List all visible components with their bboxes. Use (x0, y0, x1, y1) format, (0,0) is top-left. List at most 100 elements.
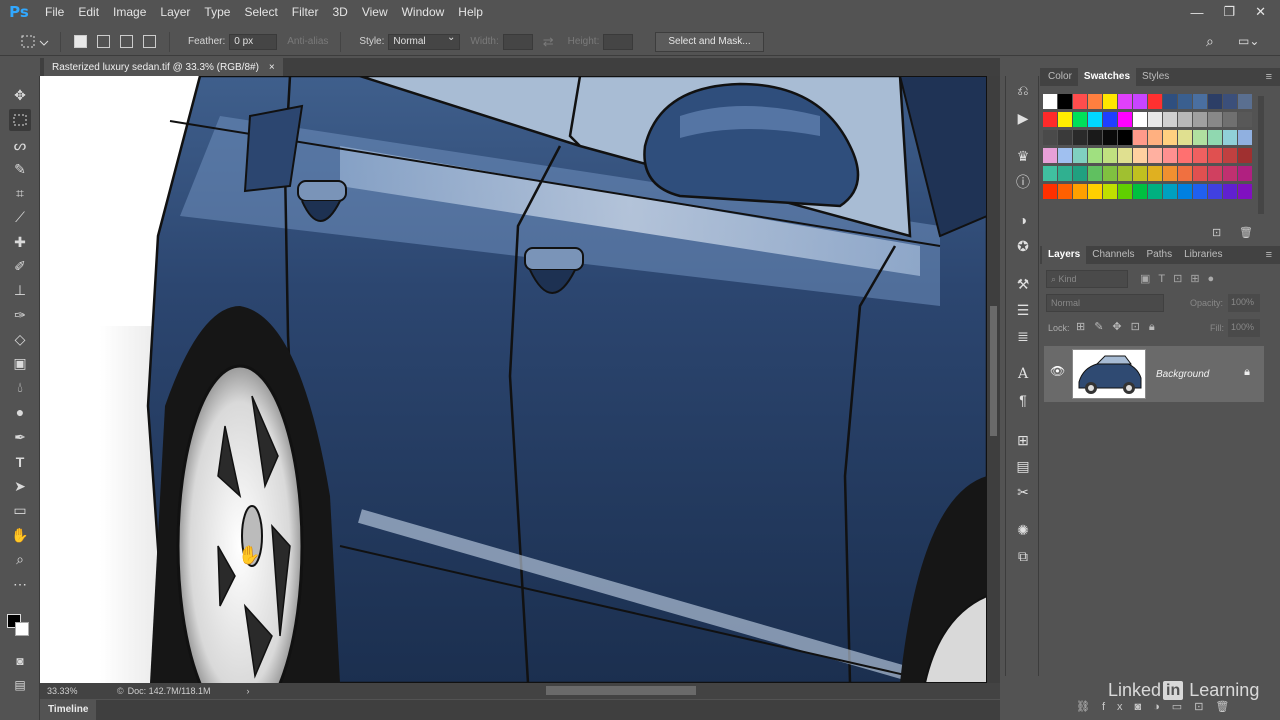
menu-filter[interactable]: Filter (285, 0, 326, 24)
swatch[interactable] (1178, 112, 1192, 127)
swatch[interactable] (1163, 94, 1177, 109)
swatch[interactable] (1073, 184, 1087, 199)
swatch[interactable] (1208, 112, 1222, 127)
tool-preset-picker[interactable] (18, 31, 52, 53)
subtract-selection-icon[interactable] (120, 35, 133, 48)
swatch[interactable] (1088, 184, 1102, 199)
swatch[interactable] (1088, 166, 1102, 181)
move-tool-icon[interactable]: ✥ (9, 84, 31, 106)
swatch[interactable] (1088, 94, 1102, 109)
quick-mask-icon[interactable]: ◙ (9, 650, 31, 672)
type-tool-icon[interactable]: T (9, 451, 31, 473)
history-icon[interactable]: ⎌ (1013, 80, 1033, 100)
paragraph-icon[interactable]: ¶ (1013, 390, 1033, 410)
color-sampler-icon[interactable]: ✪ (1013, 236, 1033, 256)
style-select[interactable]: Normal (388, 32, 461, 50)
screen-mode-icon[interactable]: ▤ (9, 674, 31, 696)
swatch[interactable] (1223, 166, 1237, 181)
workspace-icon[interactable]: ▭⌄ (1238, 34, 1259, 48)
new-swatch-icon[interactable]: ⊡ (1212, 226, 1221, 239)
close-tab-icon[interactable]: × (269, 62, 275, 73)
swatch[interactable] (1163, 166, 1177, 181)
menu-image[interactable]: Image (106, 0, 153, 24)
dodge-tool-icon[interactable]: ● (9, 401, 31, 423)
swatch[interactable] (1238, 94, 1252, 109)
layers-footer-icons[interactable]: ⛓fx◙◑▭⊡🗑︎ (1076, 700, 1241, 713)
swatch[interactable] (1088, 112, 1102, 127)
swatch[interactable] (1088, 130, 1102, 145)
swatch[interactable] (1223, 148, 1237, 163)
timeline-tab[interactable]: Timeline (40, 700, 97, 720)
swatch[interactable] (1058, 148, 1072, 163)
swatch[interactable] (1118, 166, 1132, 181)
swatch[interactable] (1223, 94, 1237, 109)
menu-window[interactable]: Window (395, 0, 452, 24)
swatch[interactable] (1208, 148, 1222, 163)
document-tab[interactable]: Rasterized luxury sedan.tif @ 33.3% (RGB… (44, 58, 283, 76)
swatch[interactable] (1193, 94, 1207, 109)
hand-tool-icon[interactable]: ✋ (9, 524, 31, 546)
quick-select-tool-icon[interactable]: ✎ (9, 158, 31, 180)
swatch[interactable] (1043, 94, 1057, 109)
swatch[interactable] (1073, 166, 1087, 181)
swatch[interactable] (1148, 166, 1162, 181)
swatch[interactable] (1103, 112, 1117, 127)
swatch[interactable] (1193, 112, 1207, 127)
menu-help[interactable]: Help (451, 0, 490, 24)
swatch[interactable] (1118, 148, 1132, 163)
swatch[interactable] (1058, 130, 1072, 145)
swatch[interactable] (1163, 184, 1177, 199)
swatch[interactable] (1208, 94, 1222, 109)
swatch[interactable] (1118, 184, 1132, 199)
minimize-button[interactable]: — (1190, 5, 1203, 20)
swatch[interactable] (1133, 166, 1147, 181)
swatch[interactable] (1043, 112, 1057, 127)
brush-presets-icon[interactable]: ♛ (1013, 146, 1033, 166)
actions-play-icon[interactable]: ▶ (1013, 108, 1033, 128)
swatch[interactable] (1238, 112, 1252, 127)
restore-button[interactable]: ❐ (1223, 4, 1235, 20)
height-input[interactable] (603, 33, 634, 50)
swatch[interactable] (1058, 166, 1072, 181)
swatch[interactable] (1148, 94, 1162, 109)
swatch[interactable] (1193, 148, 1207, 163)
character-icon[interactable]: A (1013, 364, 1033, 384)
swatch[interactable] (1178, 148, 1192, 163)
tool-presets-icon[interactable]: ⚒ (1013, 274, 1033, 294)
swatch[interactable] (1073, 130, 1087, 145)
swatches-scrollbar[interactable] (1258, 96, 1264, 214)
menu-3d[interactable]: 3D (325, 0, 354, 24)
swatch[interactable] (1178, 130, 1192, 145)
tab-libraries[interactable]: Libraries (1178, 246, 1228, 264)
swatch[interactable] (1163, 112, 1177, 127)
layer-comps-icon[interactable]: ≣ (1013, 326, 1033, 346)
layer-name[interactable]: Background (1156, 369, 1209, 380)
swatch[interactable] (1178, 184, 1192, 199)
tools-misc-icon[interactable]: ✂ (1013, 482, 1033, 502)
clone-stamp-tool-icon[interactable]: ⊥ (9, 279, 31, 301)
swatch[interactable] (1178, 94, 1192, 109)
lock-icons[interactable]: ⊞✎✥⊡🔒︎ (1076, 320, 1164, 334)
swatch[interactable] (1133, 184, 1147, 199)
swatch[interactable] (1133, 148, 1147, 163)
3d-icon[interactable]: ✺ (1013, 520, 1033, 540)
kind-filter-select[interactable]: ⌕ Kind (1046, 270, 1128, 288)
swatch[interactable] (1133, 130, 1147, 145)
swatch[interactable] (1103, 148, 1117, 163)
tab-swatches[interactable]: Swatches (1077, 68, 1137, 86)
swatch[interactable] (1043, 148, 1057, 163)
menu-view[interactable]: View (355, 0, 395, 24)
notes-icon[interactable]: ▤ (1013, 456, 1033, 476)
rectangle-tool-icon[interactable]: ▭ (9, 499, 31, 521)
properties-icon[interactable]: ☰ (1013, 300, 1033, 320)
swatch[interactable] (1088, 148, 1102, 163)
menu-layer[interactable]: Layer (153, 0, 197, 24)
menu-select[interactable]: Select (237, 0, 284, 24)
layers-menu-icon[interactable]: ≡ (1266, 249, 1272, 261)
intersect-selection-icon[interactable] (143, 35, 156, 48)
path-select-tool-icon[interactable]: ➤ (9, 475, 31, 497)
swatch[interactable] (1118, 130, 1132, 145)
tab-channels[interactable]: Channels (1086, 246, 1140, 264)
feather-input[interactable]: 0 px (229, 33, 278, 50)
swatch[interactable] (1148, 112, 1162, 127)
